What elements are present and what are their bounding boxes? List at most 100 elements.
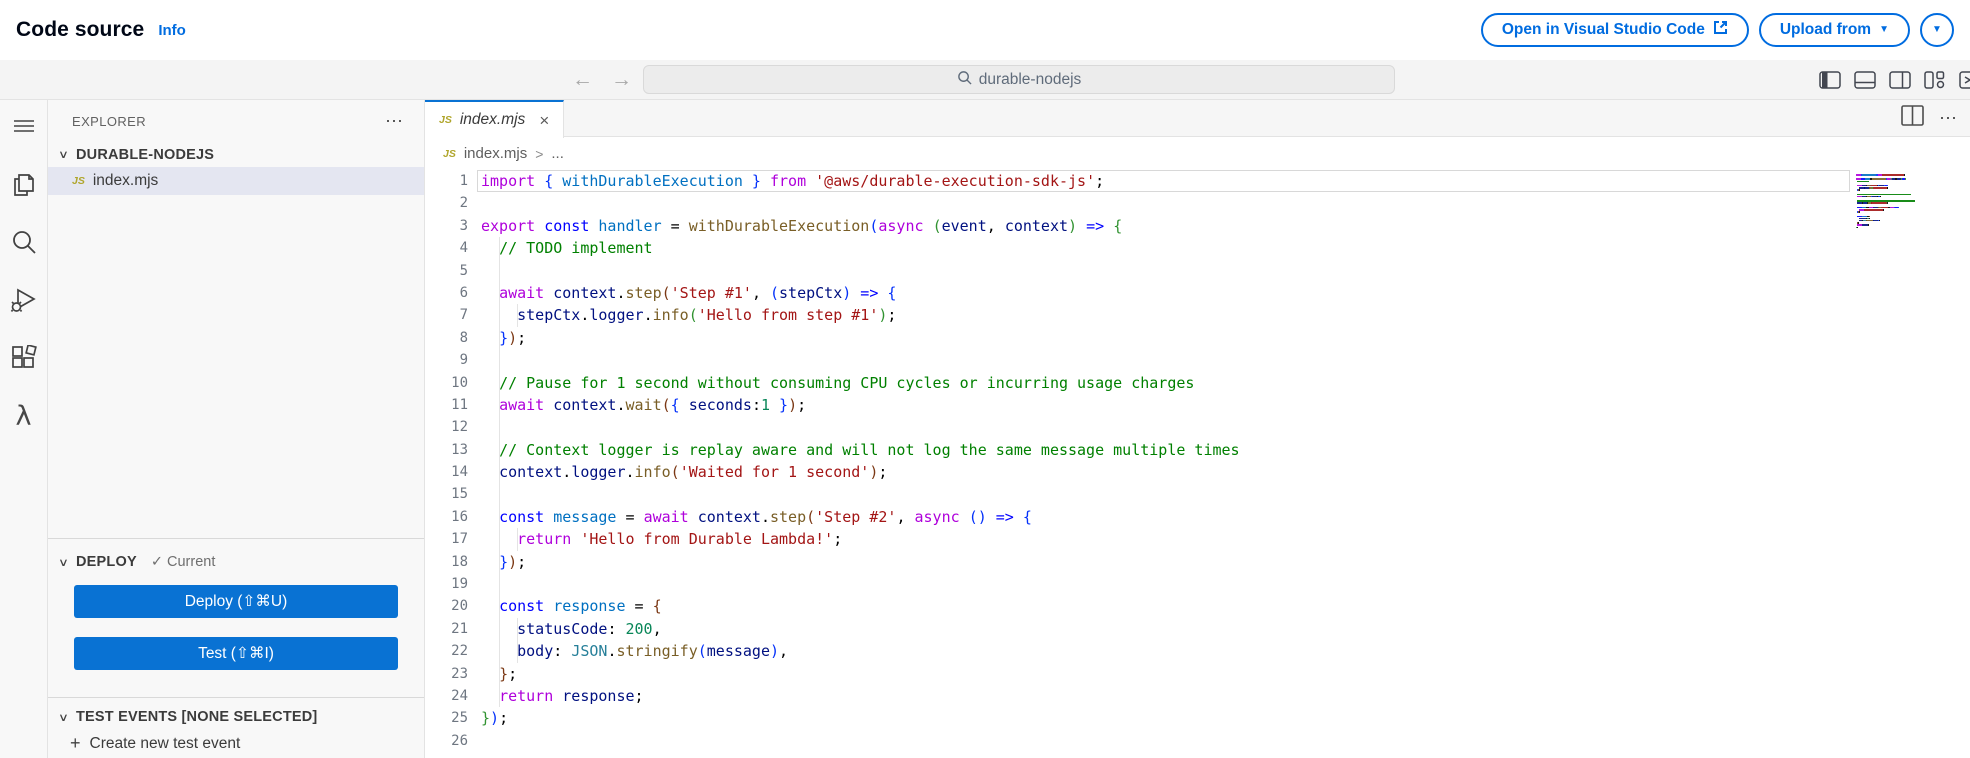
tree-root-durable-nodejs[interactable]: ∨ DURABLE-NODEJS — [48, 142, 424, 167]
toggle-panel-icon[interactable] — [1854, 71, 1876, 89]
code-line[interactable]: 25}); — [425, 707, 1970, 729]
code-line[interactable]: 9 — [425, 349, 1970, 371]
toggle-primary-sidebar-icon[interactable] — [1819, 71, 1841, 89]
code-line[interactable]: 11 await context.wait({ seconds:1 }); — [425, 394, 1970, 416]
code-line[interactable]: 21 statusCode: 200, — [425, 618, 1970, 640]
code-line[interactable]: 18 }); — [425, 551, 1970, 573]
menu-hamburger-icon[interactable] — [10, 112, 38, 140]
code-line[interactable]: 10 // Pause for 1 second without consumi… — [425, 372, 1970, 394]
explorer-more-icon[interactable]: ⋯ — [385, 111, 404, 132]
split-editor-icon[interactable] — [1901, 105, 1924, 131]
create-test-event-button[interactable]: + Create new test event — [48, 733, 424, 754]
line-number[interactable]: 7 — [425, 304, 481, 326]
editor-more-icon[interactable]: ⋯ — [1939, 108, 1958, 129]
line-number[interactable]: 21 — [425, 618, 481, 640]
open-window-icon[interactable] — [1959, 71, 1970, 89]
line-number[interactable]: 26 — [425, 730, 481, 752]
breadcrumb-symbol[interactable]: ... — [551, 145, 564, 162]
deploy-section-title: DEPLOY — [76, 554, 137, 570]
close-icon[interactable]: × — [539, 112, 549, 129]
line-number[interactable]: 9 — [425, 349, 481, 371]
line-number[interactable]: 14 — [425, 461, 481, 483]
code-line[interactable]: 16 const message = await context.step('S… — [425, 506, 1970, 528]
code-line[interactable]: 2 — [425, 192, 1970, 214]
line-number[interactable]: 11 — [425, 394, 481, 416]
indent-guide — [499, 595, 500, 617]
line-number[interactable]: 22 — [425, 640, 481, 662]
code-line[interactable]: 1import { withDurableExecution } from '@… — [425, 170, 1970, 192]
code-line-content — [481, 416, 1970, 438]
code-line[interactable]: 12 — [425, 416, 1970, 438]
test-events-header[interactable]: ∨ TEST EVENTS [NONE SELECTED] — [48, 706, 424, 728]
line-number[interactable]: 3 — [425, 215, 481, 237]
line-number[interactable]: 19 — [425, 573, 481, 595]
code-line[interactable]: 23 }; — [425, 663, 1970, 685]
caret-down-icon: ▼ — [1879, 25, 1889, 35]
chevron-down-icon: ∨ — [55, 148, 73, 161]
line-number[interactable]: 8 — [425, 327, 481, 349]
editor-actions: ⋯ — [1901, 100, 1970, 136]
code-line-content: await context.step('Step #1', (stepCtx) … — [481, 282, 1970, 304]
tree-file-index-mjs[interactable]: JS index.mjs — [48, 167, 424, 195]
minimap[interactable] — [1856, 174, 1944, 231]
line-number[interactable]: 13 — [425, 439, 481, 461]
open-in-vscode-button[interactable]: Open in Visual Studio Code — [1481, 13, 1749, 47]
line-number[interactable]: 20 — [425, 595, 481, 617]
forward-arrow-icon[interactable]: → — [611, 68, 632, 92]
lambda-icon[interactable]: λ — [10, 402, 38, 430]
code-line[interactable]: 22 body: JSON.stringify(message), — [425, 640, 1970, 662]
code-line[interactable]: 7 stepCtx.logger.info('Hello from step #… — [425, 304, 1970, 326]
info-link[interactable]: Info — [158, 22, 186, 39]
code-line[interactable]: 6 await context.step('Step #1', (stepCtx… — [425, 282, 1970, 304]
search-sidebar-icon[interactable] — [10, 228, 38, 256]
code-line-content — [481, 730, 1970, 752]
line-number[interactable]: 16 — [425, 506, 481, 528]
code-line[interactable]: 13 // Context logger is replay aware and… — [425, 439, 1970, 461]
breadcrumb-file[interactable]: index.mjs — [464, 145, 527, 162]
test-events-title: TEST EVENTS [NONE SELECTED] — [76, 709, 317, 725]
code-line[interactable]: 5 — [425, 260, 1970, 282]
extensions-icon[interactable] — [10, 344, 38, 372]
code-line[interactable]: 19 — [425, 573, 1970, 595]
deploy-button[interactable]: Deploy (⇧⌘U) — [74, 585, 398, 618]
code-line[interactable]: 17 return 'Hello from Durable Lambda!'; — [425, 528, 1970, 550]
code-line[interactable]: 24 return response; — [425, 685, 1970, 707]
toggle-secondary-sidebar-icon[interactable] — [1889, 71, 1911, 89]
code-line[interactable]: 8 }); — [425, 327, 1970, 349]
line-number[interactable]: 23 — [425, 663, 481, 685]
back-arrow-icon[interactable]: ← — [572, 68, 593, 92]
run-debug-icon[interactable] — [10, 286, 38, 314]
explorer-files-icon[interactable] — [10, 170, 38, 198]
code-line[interactable]: 3export const handler = withDurableExecu… — [425, 215, 1970, 237]
line-number[interactable]: 18 — [425, 551, 481, 573]
deploy-section-header[interactable]: ∨ DEPLOY ✓ Current — [48, 551, 424, 573]
code-line[interactable]: 20 const response = { — [425, 595, 1970, 617]
upload-from-button[interactable]: Upload from ▼ — [1759, 13, 1910, 47]
tab-index-mjs[interactable]: JS index.mjs × — [425, 100, 564, 138]
line-number[interactable]: 24 — [425, 685, 481, 707]
line-number[interactable]: 15 — [425, 483, 481, 505]
customize-layout-icon[interactable] — [1924, 71, 1946, 89]
code-line[interactable]: 14 context.logger.info('Waited for 1 sec… — [425, 461, 1970, 483]
explorer-header: EXPLORER ⋯ — [48, 100, 424, 142]
line-number[interactable]: 4 — [425, 237, 481, 259]
code-line[interactable]: 26 — [425, 730, 1970, 752]
code-line-content: }); — [481, 707, 1970, 729]
line-number[interactable]: 2 — [425, 192, 481, 214]
explorer-title: EXPLORER — [72, 114, 146, 129]
line-number[interactable]: 12 — [425, 416, 481, 438]
line-number[interactable]: 25 — [425, 707, 481, 729]
test-button[interactable]: Test (⇧⌘I) — [74, 637, 398, 670]
code-editor[interactable]: 1import { withDurableExecution } from '@… — [425, 170, 1970, 758]
code-line-content: const response = { — [481, 595, 1970, 617]
tree-file-label: index.mjs — [93, 172, 158, 190]
code-line[interactable]: 15 — [425, 483, 1970, 505]
search-input[interactable]: durable-nodejs — [643, 65, 1395, 94]
line-number[interactable]: 10 — [425, 372, 481, 394]
line-number[interactable]: 5 — [425, 260, 481, 282]
line-number[interactable]: 1 — [425, 170, 481, 192]
line-number[interactable]: 17 — [425, 528, 481, 550]
code-line[interactable]: 4 // TODO implement — [425, 237, 1970, 259]
more-actions-button[interactable]: ▼ — [1920, 13, 1954, 47]
line-number[interactable]: 6 — [425, 282, 481, 304]
